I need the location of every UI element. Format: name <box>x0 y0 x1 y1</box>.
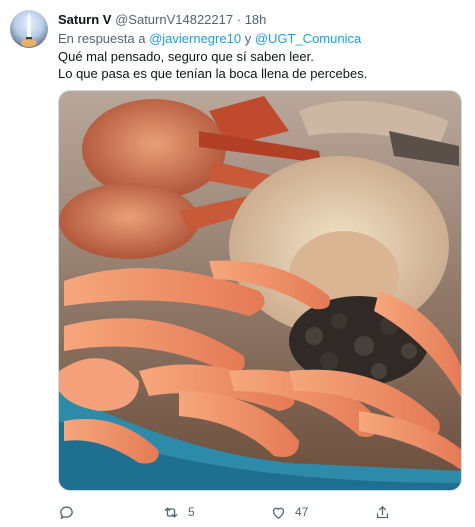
like-count: 47 <box>295 505 309 519</box>
share-icon <box>374 504 391 521</box>
share-button[interactable] <box>374 502 391 522</box>
seafood-photo <box>59 91 461 490</box>
tweet-text-line-2: Lo que pasa es que tenían la boca llena … <box>58 66 368 81</box>
tweet-actions: 5 47 <box>58 502 462 522</box>
tweet-timestamp[interactable]: 18h <box>245 12 267 27</box>
reply-button[interactable] <box>58 502 83 522</box>
tweet-header: Saturn V @SaturnV14822217 · 18h <box>58 12 266 27</box>
mention-ugt-comunica[interactable]: @UGT_Comunica <box>255 31 361 46</box>
retweet-count: 5 <box>188 505 195 519</box>
heart-icon <box>270 504 287 521</box>
separator-dot: · <box>236 12 242 27</box>
author-name[interactable]: Saturn V <box>58 12 111 27</box>
reply-context: En respuesta a @javiernegre10 y @UGT_Com… <box>58 31 361 46</box>
reply-prefix: En respuesta a <box>58 31 146 46</box>
retweet-button[interactable]: 5 <box>162 502 195 522</box>
author-avatar[interactable] <box>10 10 48 48</box>
mention-javiernegre10[interactable]: @javiernegre10 <box>149 31 241 46</box>
retweet-icon <box>162 504 180 521</box>
tweet-text: Qué mal pensado, seguro que sí saben lee… <box>58 48 367 82</box>
author-handle[interactable]: @SaturnV14822217 <box>115 12 233 27</box>
tweet-text-line-1: Qué mal pensado, seguro que sí saben lee… <box>58 49 314 64</box>
reply-joiner: y <box>244 31 252 46</box>
like-button[interactable]: 47 <box>270 502 308 522</box>
reply-icon <box>58 504 75 521</box>
tweet-media-image[interactable] <box>58 90 462 491</box>
tweet: Saturn V @SaturnV14822217 · 18h En respu… <box>0 0 475 527</box>
